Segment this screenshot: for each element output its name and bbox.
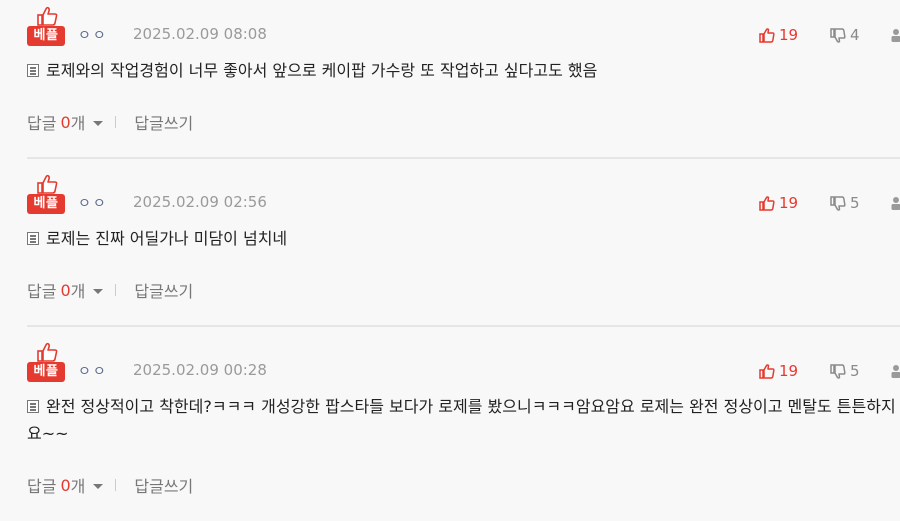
comment-text: 완전 정상적이고 착한데?ㅋㅋㅋ 개성강한 팝스타들 보다가 로제를 봤으니ㅋㅋ…	[27, 397, 896, 443]
reply-unit: 개	[70, 114, 86, 133]
comment-date: 2025.02.09 02:56	[133, 193, 267, 211]
thumbs-up-outline-icon	[759, 27, 775, 43]
comment-actions: 답글 0 개 답글쓰기	[27, 278, 193, 302]
reply-count: 0	[60, 475, 71, 495]
thumbs-up-icon	[37, 174, 58, 194]
divider	[115, 479, 117, 491]
reply-toggle[interactable]: 답글 0 개	[27, 110, 104, 134]
thumbs-down-outline-icon	[830, 195, 846, 211]
comment-item: 베플 ㅇㅇ 2025.02.09 02:56 19 5 로제는 진짜 어딜가나 …	[27, 174, 900, 324]
reply-toggle[interactable]: 답글 0 개	[27, 278, 104, 302]
chevron-down-icon	[93, 288, 104, 294]
best-label: 베플	[27, 194, 65, 214]
chevron-down-icon	[93, 483, 104, 489]
reply-unit: 개	[70, 282, 86, 301]
thumbs-down-outline-icon	[830, 27, 846, 43]
reply-count: 0	[60, 112, 71, 132]
comment-date: 2025.02.09 00:28	[133, 361, 267, 379]
nickname-link[interactable]: ㅇㅇ	[78, 361, 108, 381]
reply-label: 답글	[27, 477, 57, 496]
thumbs-up-outline-icon	[759, 363, 775, 379]
thumbs-up-outline-icon	[759, 195, 775, 211]
chevron-down-icon	[93, 120, 104, 126]
comment-item: 베플 ㅇㅇ 2025.02.09 00:28 19 5 완전 정상적이고 착한데…	[27, 342, 900, 521]
comment-text: 로제와의 작업경험이 너무 좋아서 앞으로 케이팝 가수랑 또 작업하고 싶다고…	[46, 61, 598, 80]
dislike-count: 5	[850, 194, 860, 212]
reply-unit: 개	[70, 477, 86, 496]
comment-body: 완전 정상적이고 착한데?ㅋㅋㅋ 개성강한 팝스타들 보다가 로제를 봤으니ㅋㅋ…	[27, 393, 900, 447]
user-icon[interactable]	[891, 364, 900, 378]
dislike-count: 4	[850, 26, 860, 44]
document-icon	[27, 400, 39, 413]
comment-date: 2025.02.09 08:08	[133, 25, 267, 43]
divider	[115, 284, 117, 296]
dislike-button[interactable]: 5	[830, 361, 860, 381]
dislike-button[interactable]: 5	[830, 193, 860, 213]
dislike-count: 5	[850, 362, 860, 380]
thumbs-down-outline-icon	[830, 363, 846, 379]
comment-body: 로제와의 작업경험이 너무 좋아서 앞으로 케이팝 가수랑 또 작업하고 싶다고…	[27, 57, 900, 84]
reply-count: 0	[60, 280, 71, 300]
divider	[115, 116, 117, 128]
like-button[interactable]: 19	[759, 25, 798, 45]
user-icon[interactable]	[891, 28, 900, 42]
nickname-link[interactable]: ㅇㅇ	[78, 193, 108, 213]
best-label: 베플	[27, 26, 65, 46]
comment-divider	[27, 157, 900, 159]
reply-toggle[interactable]: 답글 0 개	[27, 473, 104, 497]
best-comment-badge: 베플	[27, 6, 65, 48]
best-comment-badge: 베플	[27, 174, 65, 216]
comment-text: 로제는 진짜 어딜가나 미담이 넘치네	[46, 229, 288, 248]
best-comment-badge: 베플	[27, 342, 65, 384]
comment-actions: 답글 0 개 답글쓰기	[27, 473, 193, 497]
comment-body: 로제는 진짜 어딜가나 미담이 넘치네	[27, 225, 900, 252]
document-icon	[27, 232, 39, 245]
like-button[interactable]: 19	[759, 193, 798, 213]
nickname-link[interactable]: ㅇㅇ	[78, 25, 108, 45]
like-count: 19	[779, 194, 799, 212]
like-count: 19	[779, 362, 799, 380]
comment-list: 베플 ㅇㅇ 2025.02.09 08:08 19 4 로제와의 작업경험이 너…	[0, 0, 900, 521]
user-icon[interactable]	[891, 196, 900, 210]
write-reply-button[interactable]: 답글쓰기	[134, 473, 193, 497]
like-button[interactable]: 19	[759, 361, 798, 381]
write-reply-button[interactable]: 답글쓰기	[134, 278, 193, 302]
dislike-button[interactable]: 4	[830, 25, 860, 45]
document-icon	[27, 64, 39, 77]
like-count: 19	[779, 26, 799, 44]
write-reply-button[interactable]: 답글쓰기	[134, 110, 193, 134]
comment-item: 베플 ㅇㅇ 2025.02.09 08:08 19 4 로제와의 작업경험이 너…	[27, 6, 900, 156]
thumbs-up-icon	[37, 6, 58, 26]
comment-actions: 답글 0 개 답글쓰기	[27, 110, 193, 134]
reply-label: 답글	[27, 282, 57, 301]
best-label: 베플	[27, 362, 65, 382]
comment-divider	[27, 325, 900, 327]
thumbs-up-icon	[37, 342, 58, 362]
reply-label: 답글	[27, 114, 57, 133]
